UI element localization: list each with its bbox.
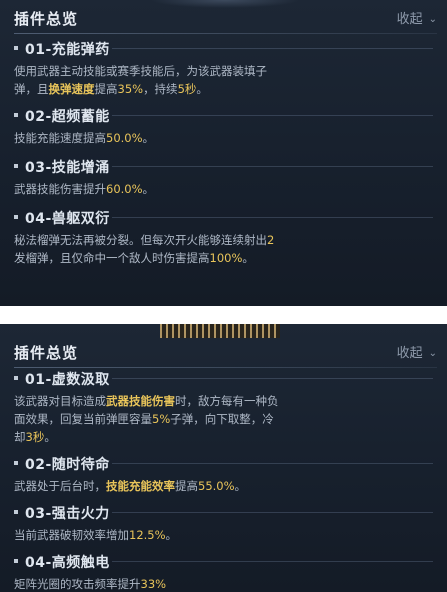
collapse-label: 收起 [396,346,423,361]
square-bullet-icon [14,559,18,563]
square-bullet-icon [14,376,18,380]
title-rule [112,217,433,218]
plugin-title: 01-虚数汲取 [25,372,110,388]
desc-text: 秘法榴弹无法再被分裂。但每次开火能够连续射出 [14,233,267,247]
desc-value: 50.0% [106,131,143,145]
desc-text: 该武器对目标造成 [14,394,106,408]
desc-value: 100% [209,251,243,265]
square-bullet-icon [14,461,18,465]
desc-text: 当前武器破韧效率增加 [14,528,129,542]
plugin-description: 秘法榴弹无法再被分裂。但每次开火能够连续射出2 发榴弹，且仅命中一个敌人时伤害提高… [14,231,433,267]
desc-text: 。 [165,528,178,542]
desc-value: 35% [117,82,144,96]
plugin-overview-panel-2: 插件总览 收起 ⌄ 01-虚数汲取 该武器对目标造成武器技能伤害时，敌方每有一种负… [0,324,447,592]
title-rule [112,115,433,116]
chevron-down-icon: ⌄ [428,348,437,359]
plugin-item: 04-高频触电 矩阵光圈的攻击频率提升33% [14,552,433,592]
plugin-item: 01-虚数汲取 该武器对目标造成武器技能伤害时，敌方每有一种负面效果，回复当前弹… [14,369,433,446]
collapse-label: 收起 [396,12,423,27]
collapse-button[interactable]: 收起 ⌄ [397,8,437,27]
desc-value: 5% [152,412,171,426]
plugin-title: 02-超频蓄能 [25,109,110,125]
desc-keyword: 换弹速度 [48,82,95,96]
square-bullet-icon [14,215,18,219]
title-rule [112,512,433,513]
panel-header: 插件总览 收起 ⌄ [0,334,447,370]
desc-text: 弹，且 [14,82,49,96]
header-divider [14,367,437,368]
desc-text: 。 [242,251,254,265]
header-divider [14,33,437,34]
square-bullet-icon [14,164,18,168]
plugin-item: 03-技能增涌 武器技能伤害提升60.0%。 [14,157,433,198]
desc-value: 55.0% [198,479,235,493]
desc-text: 提高 [94,82,118,96]
title-rule [112,378,433,379]
desc-text: 。 [234,479,247,493]
desc-text: 却 [14,430,26,444]
desc-keyword: 武器技能伤害 [106,394,175,408]
desc-value: 12.5% [129,528,166,542]
desc-value: 3秒 [25,430,45,444]
desc-text: 。 [142,131,155,145]
desc-text: 技能充能速度提高 [14,131,106,145]
screenshot-gap [0,306,447,324]
plugin-title: 04-兽躯双衍 [25,211,110,227]
title-rule [112,463,433,464]
plugin-item: 04-兽躯双衍 秘法榴弹无法再被分裂。但每次开火能够连续射出2 发榴弹，且仅命中一… [14,208,433,267]
title-rule [112,166,433,167]
plugin-item: 03-强击火力 当前武器破韧效率增加12.5%。 [14,503,433,544]
plugin-overview-panel-1: 插件总览 收起 ⌄ 01-充能弹药 使用武器主动技能或赛季技能后，为该武器装填子弹… [0,0,447,306]
title-rule [112,48,433,49]
plugin-description: 当前武器破韧效率增加12.5%。 [14,526,433,544]
desc-text: 发榴弹，且仅命中一个敌人时伤害提高 [14,251,210,265]
desc-text: 武器处于后台时， [14,479,106,493]
plugin-description: 技能充能速度提高50.0%。 [14,129,433,147]
chevron-down-icon: ⌄ [428,14,437,25]
plugin-item: 01-充能弹药 使用武器主动技能或赛季技能后，为该武器装填子 弹，且换弹速度提高3… [14,39,433,98]
plugin-description: 使用武器主动技能或赛季技能后，为该武器装填子 弹，且换弹速度提高35%，持续5秒。 [14,62,433,98]
plugin-title: 03-强击火力 [25,506,110,522]
plugin-item: 02-随时待命 武器处于后台时，技能充能效率提高55.0%。 [14,454,433,495]
desc-keyword: 技能充能效率 [106,479,175,493]
desc-value: 2 [267,233,275,247]
desc-text: 使用武器主动技能或赛季技能后，为该武器装填子 [14,64,267,78]
title-rule [112,561,433,562]
desc-text: ，持续 [143,82,178,96]
desc-value: 60.0% [106,182,143,196]
plugin-title: 02-随时待命 [25,457,110,473]
square-bullet-icon [14,510,18,514]
desc-text: 子弹，向下取整，冷 [170,412,274,426]
plugin-description: 武器处于后台时，技能充能效率提高55.0%。 [14,477,433,495]
panel-header: 插件总览 收起 ⌄ [0,0,447,36]
desc-text: 。 [196,82,208,96]
desc-text: 武器技能伤害提升 [14,182,106,196]
desc-text: 时，敌方每有一种负 [175,394,279,408]
plugin-title: 01-充能弹药 [25,42,110,58]
desc-value: 33% [140,577,167,591]
desc-value: 5秒 [177,82,197,96]
desc-text: 。 [142,182,155,196]
plugin-title: 03-技能增涌 [25,160,110,176]
desc-text: 矩阵光圈的攻击频率提升 [14,577,141,591]
collapse-button[interactable]: 收起 ⌄ [397,342,437,361]
square-bullet-icon [14,113,18,117]
plugin-description: 该武器对目标造成武器技能伤害时，敌方每有一种负面效果，回复当前弹匣容量5%子弹，… [14,392,433,446]
desc-text: 。 [44,430,56,444]
square-bullet-icon [14,46,18,50]
plugin-description: 武器技能伤害提升60.0%。 [14,180,433,198]
panel-title: 插件总览 [14,10,79,28]
desc-text: 提高 [175,479,198,493]
desc-text: 面效果，回复当前弹匣容量 [14,412,152,426]
panel-title: 插件总览 [14,344,79,362]
plugin-description: 矩阵光圈的攻击频率提升33% [14,575,433,592]
plugin-item: 02-超频蓄能 技能充能速度提高50.0%。 [14,106,433,147]
plugin-title: 04-高频触电 [25,555,110,571]
